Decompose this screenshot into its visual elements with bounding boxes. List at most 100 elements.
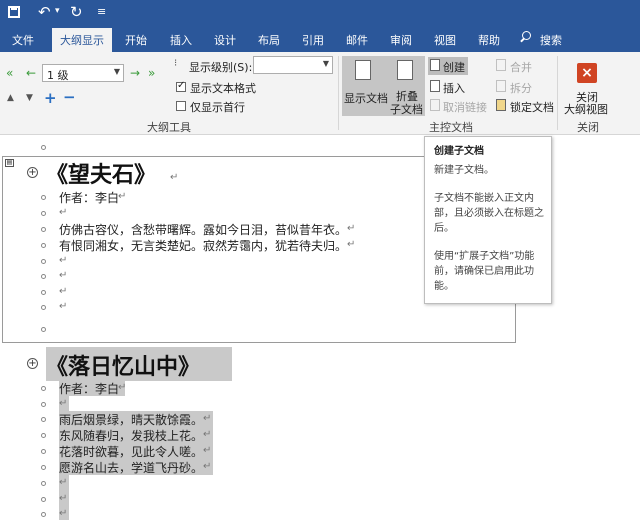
subdocument-icon[interactable]: ▤ <box>5 159 14 167</box>
outline-bullet[interactable] <box>41 290 46 295</box>
collapse-subdocuments-icon <box>397 60 413 80</box>
return-mark: ↵ <box>59 301 68 312</box>
subdoc2-line2: 东风随春归，发我枝上花。 <box>59 429 204 443</box>
expand-heading-icon[interactable]: + <box>27 358 38 369</box>
master-document-group-label: 主控文档 <box>429 121 473 134</box>
tooltip-title: 创建子文档 <box>434 146 484 157</box>
return-mark: ↵ <box>203 429 212 440</box>
move-up-icon[interactable]: ▲ <box>7 93 14 103</box>
chevron-down-icon: ▼ <box>113 67 120 76</box>
outline-bullet[interactable] <box>41 305 46 310</box>
demote-icon[interactable]: → <box>130 66 140 80</box>
return-mark: ↵ <box>59 493 68 504</box>
show-text-format-checkbox[interactable]: ✓ <box>176 80 186 92</box>
split-icon <box>496 80 506 92</box>
tab-references[interactable]: 引用 <box>302 32 324 48</box>
subdoc2-line1: 雨后烟景绿，晴天散馀霞。 <box>59 413 204 427</box>
outline-bullet[interactable] <box>41 145 46 150</box>
return-mark: ↵ <box>59 207 68 218</box>
tab-view[interactable]: 视图 <box>434 32 456 48</box>
subdoc1-line2: 有恨同湘女，无言类楚妃。寂然芳霭内，犹若待夫归。 <box>59 239 348 253</box>
show-document-icon <box>355 60 371 80</box>
outline-bullet[interactable] <box>41 195 46 200</box>
tab-help[interactable]: 帮助 <box>478 32 500 48</box>
close-icon: × <box>577 63 597 83</box>
outline-bullet[interactable] <box>41 512 46 517</box>
outline-bullet[interactable] <box>41 274 46 279</box>
tooltip-line3: 使用“扩展子文档”功能前，请确保已启用此功能。 <box>434 251 535 292</box>
insert-subdocument-button[interactable]: 插入 <box>443 80 465 96</box>
outline-bullet[interactable] <box>41 386 46 391</box>
outline-bullet[interactable] <box>41 465 46 470</box>
show-document-button[interactable]: 显示文档 <box>344 90 388 106</box>
subdoc2-author: 作者：李白 <box>59 382 120 396</box>
show-level-dropdown[interactable]: ▼ <box>253 56 333 74</box>
unlink-button[interactable]: 取消链接 <box>443 99 487 115</box>
outline-bullet[interactable] <box>41 259 46 264</box>
close-outline-view-button-line2[interactable]: 大纲视图 <box>564 101 608 117</box>
subdoc1-title: 《望夫石》 <box>46 163 157 188</box>
return-mark: ↵ <box>59 508 68 519</box>
close-group-label: 关闭 <box>577 121 599 134</box>
outline-level-dropdown[interactable]: 1 级 ▼ <box>42 64 124 82</box>
group-separator <box>338 56 339 130</box>
outline-bullet[interactable] <box>41 243 46 248</box>
outline-tools-group-label: 大纲工具 <box>147 121 191 134</box>
create-subdocument-button[interactable]: 创建 <box>443 59 465 75</box>
subdoc1-author: 作者：李白 <box>59 191 120 205</box>
promote-icon[interactable]: ← <box>26 66 36 80</box>
outline-bullet[interactable] <box>41 211 46 216</box>
return-mark: ↵ <box>59 255 68 266</box>
show-level-icon: ⁝ <box>174 58 178 69</box>
outline-bullet[interactable] <box>41 449 46 454</box>
return-mark: ↵ <box>59 477 68 488</box>
return-mark: ↵ <box>347 239 356 250</box>
outline-bullet[interactable] <box>41 481 46 486</box>
outline-bullet[interactable] <box>41 497 46 502</box>
undo-icon[interactable]: ↶ <box>38 3 51 21</box>
show-text-format-label: 显示文本格式 <box>190 82 256 95</box>
outline-bullet[interactable] <box>41 402 46 407</box>
expand-icon[interactable]: + <box>44 89 57 107</box>
return-mark: ↵ <box>59 398 68 409</box>
split-button[interactable]: 拆分 <box>510 80 532 96</box>
group-separator <box>557 56 558 130</box>
customize-toolbar-icon[interactable]: ≡ <box>97 5 106 18</box>
tab-outline[interactable]: 大纲显示 <box>52 28 112 52</box>
title-bar: ↶ ▾ ↻ ≡ <box>0 0 640 26</box>
demote-to-body-icon[interactable]: » <box>148 66 155 80</box>
tooltip-line2: 子文档不能嵌入正文内部，且必须嵌入在标题之后。 <box>434 193 544 234</box>
insert-subdocument-icon <box>430 80 440 92</box>
outline-bullet[interactable] <box>41 227 46 232</box>
collapse-subdocuments-button-line2[interactable]: 子文档 <box>390 101 423 117</box>
create-subdocument-tooltip: 创建子文档 新建子文档。 子文档不能嵌入正文内部，且必须嵌入在标题之后。 使用“… <box>424 136 552 304</box>
return-mark: ↵ <box>118 382 127 393</box>
collapse-icon[interactable]: − <box>63 88 76 106</box>
subdoc2-title: 《落日忆山中》 <box>46 355 201 380</box>
tab-review[interactable]: 审阅 <box>390 32 412 48</box>
tab-file[interactable]: 文件 <box>12 32 34 48</box>
tab-search[interactable]: 搜索 <box>540 32 562 48</box>
show-first-line-label: 仅显示首行 <box>190 101 245 114</box>
show-first-line-checkbox[interactable] <box>176 101 186 111</box>
return-mark: ↵ <box>203 461 212 472</box>
outline-bullet[interactable] <box>41 417 46 422</box>
outline-level-value: 1 级 <box>47 69 69 82</box>
move-down-icon[interactable]: ▼ <box>26 93 33 103</box>
lock-document-button[interactable]: 锁定文档 <box>510 99 554 115</box>
expand-heading-icon[interactable]: + <box>27 167 38 178</box>
tab-design[interactable]: 设计 <box>214 32 236 48</box>
tab-mailings[interactable]: 邮件 <box>346 32 368 48</box>
outline-bullet[interactable] <box>41 327 46 332</box>
promote-to-heading1-icon[interactable]: « <box>6 66 13 80</box>
subdoc2-line3: 花落时欲暮，见此令人嗟。 <box>59 445 204 459</box>
merge-button[interactable]: 合并 <box>510 59 532 75</box>
undo-dropdown-icon[interactable]: ▾ <box>55 6 60 16</box>
tab-home[interactable]: 开始 <box>125 32 147 48</box>
outline-bullet[interactable] <box>41 433 46 438</box>
checkmark-icon: ✓ <box>177 80 186 91</box>
tab-insert[interactable]: 插入 <box>170 32 192 48</box>
return-mark: ↵ <box>118 191 127 202</box>
redo-icon[interactable]: ↻ <box>70 3 83 21</box>
tab-layout[interactable]: 布局 <box>258 32 280 48</box>
